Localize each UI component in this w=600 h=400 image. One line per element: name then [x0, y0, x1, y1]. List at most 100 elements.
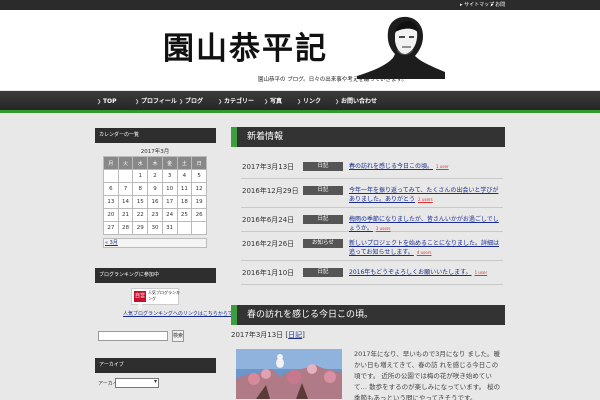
ranking-heading: ブログランキングに参加中: [95, 268, 216, 283]
nav-item-photo[interactable]: 写真: [264, 91, 282, 113]
ranking-badge-icon: 自営業: [134, 291, 146, 310]
calendar-day: 28: [117, 221, 134, 235]
news-date: 2016年2月26日: [242, 240, 295, 248]
calendar-day: 29: [132, 221, 149, 235]
calendar-day: 19: [191, 195, 207, 209]
news-date: 2016年12月29日: [242, 187, 299, 195]
contact-link[interactable]: お問: [491, 1, 505, 9]
calendar-table: 月 火 水 木 金 土 日 1 2 3 4 5 6 7 8 9 10 11 12…: [103, 156, 207, 235]
site-header: 園山恭平記 園山恭平の ブログ。日々の出来事や考えを綴っていきます。: [0, 10, 600, 90]
calendar-day: 4: [176, 169, 193, 183]
archive-heading: アーカイブ: [95, 358, 216, 373]
news-title-text[interactable]: 梅雨の季節になりましたが、皆さんいかがお過ごしでしょうか。: [349, 216, 499, 232]
post-heading[interactable]: 春の訪れを感じる今日この頃。: [231, 305, 505, 325]
nav-item-links[interactable]: リンク: [297, 91, 321, 113]
news-row: 2016年1月10日 日記 2016年もどうぞよろしくお願いいたします。 1 us…: [241, 261, 503, 285]
calendar-day: 7: [117, 182, 134, 196]
news-category-badge[interactable]: お知らせ: [303, 239, 343, 248]
news-title-link[interactable]: 梅雨の季節になりましたが、皆さんいかがお過ごしでしょうか。 3 users: [349, 215, 499, 233]
calendar-day: 1: [132, 169, 149, 183]
calendar-widget: 2017年3月 月 火 水 木 金 土 日 1 2 3 4 5 6 7 8 9 …: [103, 148, 207, 248]
sitemap-link[interactable]: サイトマップ: [460, 1, 494, 9]
calendar-day: 10: [161, 182, 178, 196]
news-category-badge[interactable]: 日記: [303, 162, 343, 171]
news-users-badge[interactable]: 2 users: [418, 197, 433, 202]
weekday-header: 木: [147, 156, 163, 170]
news-category-badge[interactable]: 日記: [303, 268, 343, 277]
news-users-badge[interactable]: 4 users: [417, 250, 432, 255]
calendar-heading: カレンダーの一覧: [95, 128, 216, 143]
calendar-day: 31: [161, 221, 178, 235]
top-bar: サイトマップ お問: [0, 0, 600, 10]
nav-item-contact[interactable]: お問い合わせ: [335, 91, 377, 113]
news-users-badge[interactable]: 3 users: [376, 226, 391, 231]
calendar-day: 24: [161, 208, 178, 222]
news-category-badge[interactable]: 日記: [303, 186, 343, 195]
ranking-badge[interactable]: 自営業 人気ブログランキング: [131, 288, 180, 310]
search-input[interactable]: [98, 331, 168, 341]
news-users-badge[interactable]: 1 user: [436, 164, 449, 169]
calendar-day: 11: [176, 182, 193, 196]
ranking-link[interactable]: 人気ブログランキングへのリンクはこちらからです: [123, 310, 238, 317]
news-date: 2016年1月10日: [242, 269, 295, 277]
news-row: 2016年2月26日 お知らせ 新しいプロジェクトを始めることになりました。詳細…: [241, 232, 503, 261]
calendar-day: 8: [132, 182, 149, 196]
calendar-day: 16: [147, 195, 163, 209]
calendar-day: 15: [132, 195, 149, 209]
nav-item-category[interactable]: カテゴリー: [218, 91, 254, 113]
weekday-header: 土: [176, 156, 193, 170]
weekday-header: 月: [103, 156, 119, 170]
calendar-day: 20: [103, 208, 119, 222]
calendar-day: 22: [132, 208, 149, 222]
news-title-text[interactable]: 2016年もどうぞよろしくお願いいたします。: [349, 269, 472, 276]
news-row: 2017年3月13日 日記 春の訪れを感じる今日この頃。 1 user: [241, 155, 503, 179]
post-thumbnail[interactable]: [236, 349, 342, 399]
calendar-day: 23: [147, 208, 163, 222]
calendar-day: 21: [117, 208, 134, 222]
calendar-day: 9: [147, 182, 163, 196]
news-title-link[interactable]: 2016年もどうぞよろしくお願いいたします。 1 user: [349, 268, 499, 277]
ranking-badge-text: 人気ブログランキング: [148, 290, 180, 301]
archive-select[interactable]: [115, 378, 159, 388]
weekday-header: 火: [117, 156, 134, 170]
site-logo[interactable]: 園山恭平記: [163, 23, 328, 68]
calendar-day: 26: [191, 208, 207, 222]
weekday-header: 金: [161, 156, 178, 170]
calendar-day: 2: [147, 169, 163, 183]
calendar-day: 12: [191, 182, 207, 196]
post-category-link[interactable]: 日記: [288, 331, 302, 339]
news-users-badge[interactable]: 1 user: [475, 270, 488, 275]
news-date: 2017年3月13日: [242, 163, 295, 171]
calendar-day: [176, 221, 193, 235]
calendar-day: 5: [191, 169, 207, 183]
news-row: 2016年6月24日 日記 梅雨の季節になりましたが、皆さんいかがお過ごしでしょ…: [241, 208, 503, 232]
weekday-header: 日: [191, 156, 207, 170]
news-category-badge[interactable]: 日記: [303, 215, 343, 224]
news-row: 2016年12月29日 日記 今年一年を振り返ってみて、たくさんの出会いと学びが…: [241, 179, 503, 208]
calendar-day-link[interactable]: 13: [103, 195, 119, 209]
news-title-link[interactable]: 今年一年を振り返ってみて、たくさんの出会いと学びがありました。ありがとう 2 us…: [349, 186, 499, 204]
site-tagline: 園山恭平の ブログ。日々の出来事や考えを綴っていきます。: [258, 77, 407, 83]
calendar-prev-link[interactable]: « 3月: [103, 238, 207, 248]
global-nav: TOP プロフィール ブログ カテゴリー 写真 リンク お問い合わせ: [0, 91, 600, 113]
nav-item-blog[interactable]: ブログ: [179, 91, 203, 113]
nav-item-top[interactable]: TOP: [97, 91, 117, 113]
calendar-day: 18: [176, 195, 193, 209]
calendar-day: 27: [103, 221, 119, 235]
post-meta: 2017年3月13日 [日記]: [231, 331, 305, 339]
news-title-link[interactable]: 春の訪れを感じる今日この頃。 1 user: [349, 162, 499, 171]
calendar-day: [103, 169, 119, 183]
search-button[interactable]: 検索: [172, 330, 184, 342]
news-title-link[interactable]: 新しいプロジェクトを始めることになりました。詳細は追ってお知らせします。 4 us…: [349, 239, 499, 257]
post-date: 2017年3月13日: [231, 331, 284, 339]
calendar-day: 14: [117, 195, 134, 209]
calendar-day: 17: [161, 195, 178, 209]
nav-item-profile[interactable]: プロフィール: [135, 91, 177, 113]
calendar-day: 6: [103, 182, 119, 196]
news-heading: 新着情報: [231, 127, 505, 147]
news-title-text[interactable]: 春の訪れを感じる今日この頃。: [349, 163, 433, 170]
calendar-day: 30: [147, 221, 163, 235]
calendar-day: 25: [176, 208, 193, 222]
calendar-caption: 2017年3月: [140, 149, 170, 155]
weekday-header: 水: [132, 156, 149, 170]
